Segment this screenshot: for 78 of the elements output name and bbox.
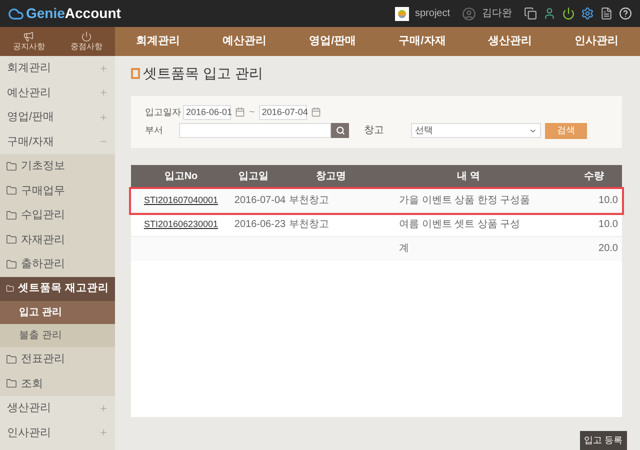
calendar-icon[interactable] — [310, 107, 321, 118]
user-name: 김다완 — [482, 7, 512, 21]
quick-link[interactable]: 공지사항 — [12, 31, 45, 52]
plus-icon — [99, 428, 108, 438]
user-icon[interactable] — [543, 7, 556, 20]
department-field[interactable] — [179, 123, 331, 138]
folder-icon — [6, 283, 14, 294]
total-label: 계 — [399, 242, 410, 256]
sidebar-subitem[interactable]: 입고 관리 — [0, 301, 115, 324]
quick-link[interactable]: 중점사항 — [70, 31, 102, 52]
column-header: 수량 — [583, 170, 605, 184]
folder-icon — [6, 210, 17, 221]
table-cell-text: 여름 이벤트 셋트 상품 구성 — [399, 218, 522, 232]
nav-tab[interactable]: 구매/자재 — [398, 33, 446, 50]
settings-icon[interactable] — [581, 7, 594, 20]
logo[interactable]: GenieAccount — [26, 3, 121, 24]
field-label: 입고일자 — [145, 106, 179, 119]
sidebar-subitem[interactable]: 구매업무 — [0, 178, 115, 203]
sidebar-subitem[interactable]: 불출 관리 — [0, 324, 115, 347]
table-cell-text: 가을 이벤트 상품 한정 구성품 — [399, 194, 532, 208]
page-title: 셋트품목 입고 관리 — [143, 64, 263, 84]
table-cell-text: 10.0 — [598, 194, 619, 208]
search-icon — [336, 126, 344, 136]
folder-icon — [6, 258, 17, 270]
folder-icon — [6, 185, 17, 196]
sidebar-subitem[interactable]: 수입관리 — [0, 203, 115, 228]
nav-tab[interactable]: 회계관리 — [136, 33, 180, 50]
nav-tab[interactable]: 인사관리 — [574, 33, 619, 50]
folder-icon — [6, 234, 17, 246]
sidebar-subitem[interactable]: 자재관리 — [0, 228, 115, 252]
field-label: 창고 — [364, 124, 385, 138]
total-cell-text: 20.0 — [598, 242, 619, 256]
nav-tab[interactable]: 생산관리 — [488, 33, 532, 50]
nav-tab[interactable]: 예산관리 — [222, 33, 267, 50]
user-avatar-icon — [462, 6, 476, 20]
sidebar-subitem[interactable]: 기초정보 — [0, 154, 115, 178]
calendar-icon[interactable] — [235, 107, 245, 118]
plus-icon — [99, 112, 108, 122]
field-label: 부서 — [145, 124, 164, 138]
page-icon — [131, 68, 140, 80]
date-field[interactable]: 2016-07-04 — [258, 104, 307, 120]
table-cell-text: 부천창고 — [289, 194, 330, 208]
sidebar-subitem[interactable]: 조회 — [0, 372, 115, 396]
table-cell-text: 2016-06-23 — [233, 218, 287, 232]
column-header: 입고일 — [238, 170, 270, 184]
plus-icon — [99, 404, 108, 413]
folder-icon — [6, 160, 17, 172]
receipt-number-link[interactable]: STI201606230001 — [131, 218, 231, 232]
receipt-number-link[interactable]: STI201607040001 — [131, 194, 231, 208]
table-cell-text: 10.0 — [598, 218, 619, 232]
range-separator: ~ — [249, 106, 255, 120]
search-button[interactable] — [331, 123, 349, 138]
date-field[interactable]: 2016-06-01 — [183, 104, 231, 120]
plus-icon — [99, 64, 108, 73]
folder-icon — [6, 354, 17, 365]
warehouse-select[interactable]: 선택 — [411, 123, 541, 138]
column-header: 내 역 — [456, 170, 481, 184]
project-avatar — [394, 6, 409, 20]
megaphone-icon — [23, 31, 34, 42]
document-icon[interactable] — [600, 7, 613, 20]
column-header: 입고No — [163, 170, 199, 184]
register-button[interactable]: 입고 등록 — [580, 431, 627, 450]
windows-icon[interactable] — [524, 7, 537, 20]
sidebar-subitem[interactable]: 전표관리 — [0, 347, 115, 372]
table-cell-text: 부천창고 — [289, 218, 330, 232]
power-icon — [80, 31, 92, 42]
sidebar-subitem[interactable]: 출하관리 — [0, 252, 115, 276]
help-icon[interactable] — [619, 7, 632, 20]
project-name: sproject — [414, 7, 450, 21]
folder-icon — [6, 378, 17, 390]
sidebar-subitem[interactable]: 셋트품목 재고관리 — [0, 276, 115, 301]
plus-icon — [99, 88, 108, 98]
power-icon[interactable] — [562, 7, 575, 20]
table-cell-text: 2016-07-04 — [233, 194, 287, 208]
column-header: 창고명 — [315, 170, 347, 184]
table-row[interactable]: STI201607040001 2016-07-04 부천창고 가을 이벤트 상품 한정 구성품 10.0 — [131, 188, 622, 213]
cloud-icon — [8, 6, 24, 22]
nav-tab[interactable]: 영업/판매 — [309, 33, 356, 50]
